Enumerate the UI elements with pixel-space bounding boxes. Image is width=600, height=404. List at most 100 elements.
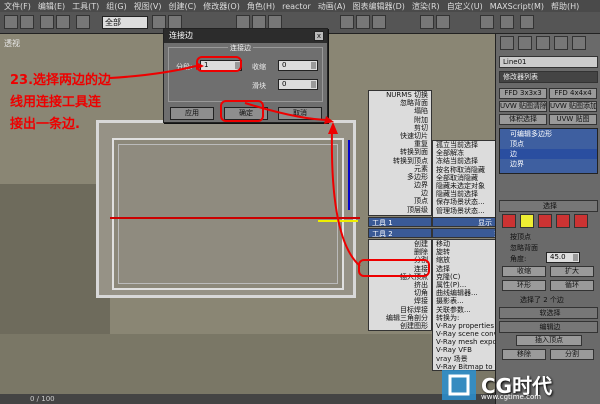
menu-item[interactable]: 渲染(R) [412,1,440,12]
slide-spinner[interactable]: 0 [278,79,318,90]
select-by-name-icon[interactable] [168,15,182,29]
quad-menu-item[interactable]: 删除 [369,248,428,256]
menu-item[interactable]: 编辑(E) [38,1,65,12]
menu-item[interactable]: 工具(T) [72,1,99,12]
quad-menu-item[interactable]: 创建 [369,240,428,248]
angle-spinner[interactable]: 45.0 [546,252,580,263]
quad-menu-item[interactable]: 转换到面 [369,148,428,156]
grow-button[interactable]: 扩大 [550,266,594,277]
quick-render-icon[interactable] [520,15,534,29]
quad-menu-item[interactable]: 编辑三角剖分 [369,314,428,322]
redo-icon[interactable] [20,15,34,29]
soft-selection-rollout[interactable]: 软选择 [499,307,598,319]
stack-item-border[interactable]: 边界 [500,159,597,169]
volume-select-button[interactable]: 体积选择 [499,114,547,125]
quad-menu-item[interactable]: 挤出 [369,281,428,289]
quad-menu-item[interactable]: 塌陷 [369,107,428,115]
insert-vertex-button[interactable]: 插入顶点 [516,335,582,346]
render-icon[interactable] [500,15,514,29]
modify-tab-icon[interactable] [518,36,532,50]
stack-item-editable-poly[interactable]: 可编辑多边形 [500,129,597,139]
quad-menu-item[interactable]: 边 [369,189,428,197]
scale-icon[interactable] [268,15,282,29]
quad-menu-item[interactable]: NURMS 切换 [369,91,428,99]
angle-snap-icon[interactable] [356,15,370,29]
remove-button[interactable]: 移除 [502,349,546,360]
viewport-label[interactable]: 透视 [4,38,20,49]
quad-menu-item[interactable]: 快速切片 [369,132,428,140]
rotate-icon[interactable] [252,15,266,29]
ffd444-button[interactable]: FFD 4x4x4 [549,88,597,99]
select-object-icon[interactable] [152,15,166,29]
menu-item[interactable]: 图表编辑器(D) [352,1,404,12]
quad-menu-item[interactable]: 边界 [369,181,428,189]
quad-menu-item[interactable]: 保存场景状态... [436,198,495,206]
ring-button[interactable]: 环形 [502,280,546,291]
quad-menu-item[interactable]: 剪切 [369,124,428,132]
quad-menu-item[interactable]: 忽略背面 [369,99,428,107]
cancel-button[interactable]: 取消 [278,107,322,120]
align-icon[interactable] [436,15,450,29]
selection-filter-dropdown[interactable]: 全部 [102,16,148,29]
quad-menu-item[interactable]: 隐藏当前选择 [436,190,495,198]
motion-tab-icon[interactable] [554,36,568,50]
edit-edges-rollout[interactable]: 编辑边 [499,321,598,333]
border-mode-icon[interactable] [538,214,552,228]
percent-snap-icon[interactable] [372,15,386,29]
quad-menu-item[interactable]: 附加 [369,116,428,124]
modifier-list-dropdown[interactable]: 修改器列表 [499,71,598,83]
apply-button[interactable]: 应用 [170,107,214,120]
ignore-backfacing-checkbox[interactable]: 忽略背面 [510,243,538,253]
quad-menu-item[interactable]: 创建图形 [369,322,428,330]
stack-item-edge[interactable]: 边 [500,149,597,159]
mirror-icon[interactable] [420,15,434,29]
menu-item[interactable]: reactor [282,2,311,11]
uvw-clear-button[interactable]: UVW 贴图清除 [499,101,547,112]
quad-menu-item[interactable]: 孤立当前选择 [436,141,495,149]
menu-item[interactable]: 文件(F) [4,1,31,12]
vertex-mode-icon[interactable] [502,214,516,228]
quad-menu-item[interactable]: 顶层级 [369,206,428,214]
uvw-map-button[interactable]: UVW 贴图 [549,114,597,125]
quad-menu-item[interactable]: 切角 [369,289,428,297]
snap-icon[interactable] [340,15,354,29]
polygon-mode-icon[interactable] [556,214,570,228]
quad-menu-item[interactable]: 顶点 [369,197,428,205]
quad-menu-item[interactable]: 目标焊接 [369,306,428,314]
split-button[interactable]: 分割 [550,349,594,360]
link-icon[interactable] [40,15,54,29]
undo-icon[interactable] [4,15,18,29]
unlink-icon[interactable] [56,15,70,29]
select-icon[interactable] [76,15,90,29]
menu-item[interactable]: 自定义(U) [447,1,483,12]
pinch-spinner[interactable]: 0 [278,60,318,71]
stack-item-vertex[interactable]: 顶点 [500,139,597,149]
create-tab-icon[interactable] [500,36,514,50]
utilities-tab-icon[interactable] [572,36,586,50]
object-name-field[interactable]: Line01 [499,56,598,68]
close-icon[interactable]: x [314,31,324,41]
loop-button[interactable]: 循环 [550,280,594,291]
menu-item[interactable]: 创建(C) [168,1,196,12]
move-icon[interactable] [236,15,250,29]
quad-menu-item[interactable]: 多边形 [369,173,428,181]
edge-mode-icon[interactable] [520,214,534,228]
ffd333-button[interactable]: FFD 3x3x3 [499,88,547,99]
material-editor-icon[interactable] [480,15,494,29]
quad-menu-item[interactable]: 重复 [369,140,428,148]
selection-rollout-title[interactable]: 选择 [499,200,598,212]
menu-item[interactable]: 帮助(H) [551,1,579,12]
by-vertex-checkbox[interactable]: 按顶点 [510,232,531,242]
quad-menu-item[interactable]: 冻结当前选择 [436,157,495,165]
shrink-button[interactable]: 收缩 [502,266,546,277]
time-slider[interactable]: 0 / 100 [0,394,495,404]
quad-menu-item[interactable]: 管理场景状态... [436,207,495,215]
quad-menu-item[interactable]: 全部解冻 [436,149,495,157]
menu-item[interactable]: 角色(H) [247,1,275,12]
quad-menu-item[interactable]: 转换到顶点 [369,157,428,165]
menu-item[interactable]: MAXScript(M) [490,2,544,11]
quad-menu-item[interactable]: 元素 [369,165,428,173]
quad-menu-item[interactable]: 按名称取消隐藏 [436,166,495,174]
menu-item[interactable]: 组(G) [106,1,126,12]
menu-item[interactable]: 动画(A) [318,1,346,12]
